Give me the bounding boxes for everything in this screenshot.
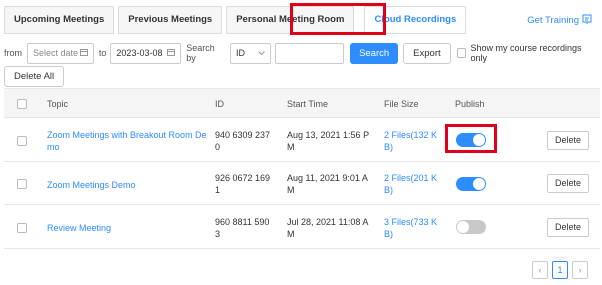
recording-topic-link[interactable]: Zoom Meetings Demo	[47, 179, 136, 191]
get-training-link[interactable]: Get Training	[527, 14, 592, 27]
header-file-size: File Size	[384, 99, 419, 109]
search-by-select[interactable]: ID	[229, 42, 272, 64]
topic-line: Zoom Meetings Demo	[47, 180, 136, 190]
time-line: Aug 11, 2021 9:01 A	[287, 173, 368, 183]
meeting-id: 940 6309 237 0	[215, 129, 270, 153]
size-line: B)	[384, 185, 393, 195]
tab-upcoming-meetings[interactable]: Upcoming Meetings	[4, 6, 115, 34]
toggle-knob	[457, 221, 469, 233]
size-line: 3 Files(733 K	[384, 217, 438, 227]
start-time: Jul 28, 2021 11:08 A M	[287, 216, 368, 240]
file-size-link[interactable]: 2 Files(201 K B)	[384, 172, 437, 196]
to-date-value: 2023-03-08	[116, 48, 163, 58]
id-line: 3	[215, 229, 221, 239]
from-date-placeholder: Select date	[33, 48, 79, 58]
file-size-link[interactable]: 3 Files(733 K B)	[384, 216, 437, 240]
topic-line: Zoom Meetings with Breakout Room De	[47, 130, 207, 140]
row-checkbox[interactable]	[17, 179, 27, 189]
delete-all-button[interactable]: Delete All	[4, 66, 65, 87]
tab-cloud-recordings[interactable]: Cloud Recordings	[364, 6, 467, 34]
calendar-icon	[167, 48, 176, 58]
tab-personal-meeting-room[interactable]: Personal Meeting Room	[226, 6, 355, 34]
from-label: from	[4, 48, 22, 58]
meeting-id: 960 8811 590 3	[215, 216, 269, 240]
search-button[interactable]: Search	[350, 42, 399, 64]
time-line: M	[287, 142, 295, 152]
size-line: 2 Files(132 K	[384, 130, 438, 140]
chevron-down-icon	[258, 48, 266, 58]
tab-previous-meetings[interactable]: Previous Meetings	[118, 6, 223, 34]
delete-button[interactable]: Delete	[547, 174, 589, 193]
row-checkbox[interactable]	[17, 223, 27, 233]
toggle-knob	[473, 134, 485, 146]
header-id: ID	[215, 99, 224, 109]
time-line: M	[287, 185, 295, 195]
id-line: 940 6309 237	[215, 130, 271, 140]
calendar-icon	[79, 48, 88, 58]
topic-line: Review Meeting	[47, 223, 112, 233]
size-line: B)	[384, 142, 393, 152]
search-by-label: Search by	[186, 43, 215, 63]
recording-topic-link[interactable]: Review Meeting	[47, 222, 111, 234]
to-label: to	[98, 48, 107, 58]
next-page-button[interactable]: ›	[572, 261, 588, 279]
id-line: 1	[215, 185, 221, 195]
id-line: 0	[215, 142, 221, 152]
header-start-time: Start Time	[287, 99, 329, 109]
select-all-checkbox[interactable]	[17, 99, 27, 109]
publish-toggle[interactable]	[456, 220, 486, 234]
training-icon	[582, 14, 592, 27]
time-line: M	[287, 229, 295, 239]
get-training-label: Get Training	[527, 15, 579, 26]
table-row: Zoom Meetings with Breakout Room De mo 9…	[4, 118, 600, 162]
id-line: 926 0672 169	[215, 173, 271, 183]
meeting-id: 926 0672 169 1	[215, 172, 270, 196]
search-by-value: ID	[235, 48, 245, 58]
header-topic: Topic	[47, 99, 69, 109]
recording-topic-link[interactable]: Zoom Meetings with Breakout Room De mo	[47, 129, 207, 153]
file-size-link[interactable]: 2 Files(132 K B)	[384, 129, 437, 153]
prev-page-button[interactable]: ‹	[532, 261, 548, 279]
show-course-label: Show my course recordings only	[470, 43, 582, 63]
recordings-table: Topic ID Start Time File Size Publish Zo…	[4, 88, 600, 249]
export-button[interactable]: Export	[403, 42, 451, 64]
row-checkbox[interactable]	[17, 136, 27, 146]
tab-bar: Upcoming Meetings Previous Meetings Pers…	[4, 4, 470, 34]
start-time: Aug 13, 2021 1:56 P M	[287, 129, 369, 153]
topic-line: mo	[47, 142, 60, 152]
publish-toggle[interactable]	[456, 133, 486, 147]
size-line: B)	[384, 229, 393, 239]
id-line: 960 8811 590	[215, 217, 270, 227]
table-row: Review Meeting 960 8811 590 3 Jul 28, 20…	[4, 205, 600, 249]
delete-button[interactable]: Delete	[547, 218, 589, 237]
time-line: Aug 13, 2021 1:56 P	[287, 130, 370, 140]
publish-toggle[interactable]	[456, 177, 486, 191]
delete-button[interactable]: Delete	[547, 131, 589, 150]
start-time: Aug 11, 2021 9:01 A M	[287, 172, 368, 196]
time-line: Jul 28, 2021 11:08 A	[287, 217, 369, 227]
search-input[interactable]	[275, 42, 345, 64]
show-course-checkbox[interactable]	[456, 48, 467, 58]
filter-bar: from Select date to 2023-03-08 Search by…	[4, 42, 598, 64]
size-line: 2 Files(201 K	[384, 173, 438, 183]
table-row: Zoom Meetings Demo 926 0672 169 1 Aug 11…	[4, 162, 600, 205]
to-date-input[interactable]: 2023-03-08	[110, 42, 182, 64]
from-date-input[interactable]: Select date	[27, 42, 94, 64]
page-1-button[interactable]: 1	[552, 261, 568, 279]
table-header: Topic ID Start Time File Size Publish	[4, 88, 600, 118]
toggle-knob	[473, 178, 485, 190]
pagination: ‹ 1 ›	[532, 261, 588, 279]
header-publish: Publish	[455, 99, 485, 109]
